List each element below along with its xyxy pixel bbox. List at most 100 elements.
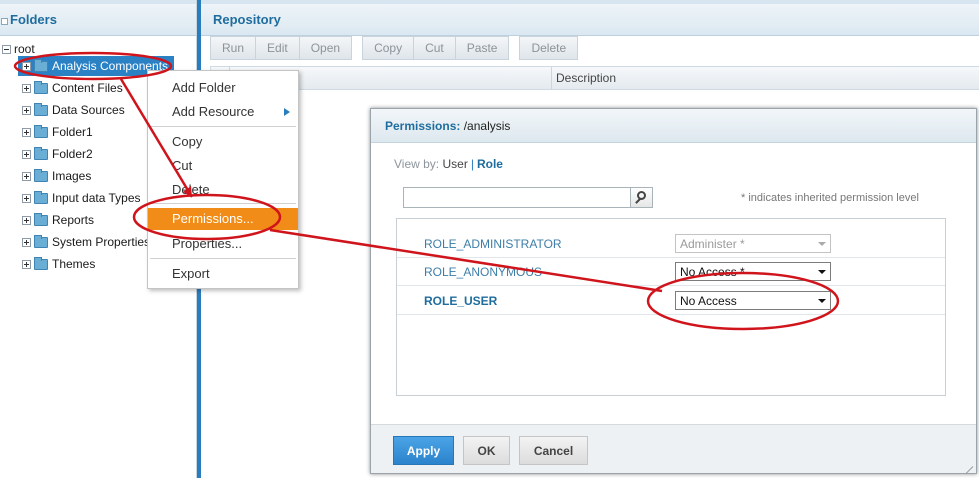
delete-button[interactable]: Delete [520, 37, 577, 59]
dialog-footer: Apply OK Cancel [371, 424, 976, 473]
tree-item-folder2[interactable]: Folder2 [22, 144, 93, 164]
menu-item-label: Copy [172, 134, 203, 149]
paste-button[interactable]: Paste [456, 37, 509, 59]
menu-item-export[interactable]: Export [148, 263, 298, 285]
menu-item-permissions[interactable]: Permissions... [148, 208, 298, 230]
menu-item-copy[interactable]: Copy [148, 131, 298, 153]
tree-item-reports[interactable]: Reports [22, 210, 94, 230]
role-search-input[interactable] [403, 187, 631, 208]
view-by-separator: | [470, 157, 474, 171]
menu-item-cut[interactable]: Cut [148, 155, 298, 177]
tree-item-themes[interactable]: Themes [22, 254, 95, 274]
submenu-arrow-icon [284, 108, 290, 116]
open-button[interactable]: Open [300, 37, 351, 59]
expand-icon[interactable] [22, 105, 31, 115]
view-by-role-link[interactable]: Role [477, 157, 503, 171]
search-icon-handle [635, 198, 641, 204]
tree-item-label: Content Files [52, 81, 123, 95]
copy-button[interactable]: Copy [363, 37, 415, 59]
toolbar-group-run: Run Edit Open [210, 36, 353, 60]
expand-icon[interactable] [22, 127, 31, 137]
menu-item-label: Add Resource [172, 104, 255, 119]
expand-icon[interactable] [22, 171, 31, 181]
table-row: ROLE_USER No Access [397, 287, 945, 315]
role-name: ROLE_ANONYMOUS [424, 265, 543, 279]
table-row: ROLE_ADMINISTRATOR Administer * [397, 230, 945, 258]
folder-icon [34, 124, 48, 138]
folders-title: Folders [10, 12, 57, 27]
tree-item-label: Reports [52, 213, 95, 227]
collapse-panel-icon[interactable] [1, 18, 8, 25]
role-name: ROLE_ADMINISTRATOR [424, 237, 562, 251]
permissions-dialog: Permissions: /analysis View by: User | Rol… [370, 108, 977, 474]
menu-item-label: Add Folder [172, 80, 236, 95]
permission-value: No Access [680, 294, 737, 308]
expand-icon[interactable] [22, 215, 31, 225]
menu-item-properties[interactable]: Properties... [148, 233, 298, 255]
folder-icon [34, 146, 48, 160]
apply-button[interactable]: Apply [393, 436, 454, 465]
menu-item-delete[interactable]: Delete [148, 179, 298, 201]
tree-item-label: Folder1 [52, 125, 93, 139]
repository-grid-header: Description [210, 66, 979, 90]
repository-title: Repository [213, 12, 281, 27]
permission-select[interactable]: No Access * [675, 262, 831, 281]
resize-grip-icon[interactable] [963, 460, 973, 470]
dialog-title-path: /analysis [463, 119, 511, 133]
role-permissions-table: ROLE_ADMINISTRATOR Administer * ROLE_ANO… [396, 218, 946, 396]
menu-item-add-folder[interactable]: Add Folder [148, 77, 298, 99]
expand-icon[interactable] [22, 83, 31, 93]
search-button[interactable] [630, 187, 653, 208]
expand-icon[interactable] [22, 259, 31, 269]
tree-item-folder1[interactable]: Folder1 [22, 122, 93, 142]
collapse-icon[interactable] [2, 44, 11, 54]
menu-item-label: Permissions... [172, 211, 254, 226]
tree-item-system-properties[interactable]: System Properties [22, 232, 150, 252]
permission-value: No Access * [680, 265, 745, 279]
chevron-down-icon [818, 270, 826, 274]
permission-value: Administer * [680, 237, 745, 251]
repository-header: Repository [201, 0, 979, 36]
app-window: Folders root Analysis Components Content… [0, 0, 979, 478]
folder-icon [34, 256, 48, 270]
run-button[interactable]: Run [211, 37, 257, 59]
expand-icon[interactable] [22, 149, 31, 159]
toolbar-group-clipboard: Copy Cut Paste [362, 36, 510, 60]
expand-icon[interactable] [22, 193, 31, 203]
permission-select[interactable]: No Access [675, 291, 831, 310]
permission-select: Administer * [675, 234, 831, 253]
repository-toolbar: Run Edit Open Copy Cut Paste Delete [210, 36, 588, 60]
folder-icon [34, 234, 48, 248]
cut-button[interactable]: Cut [414, 37, 456, 59]
tree-item-label: Input data Types [52, 191, 141, 205]
tree-item-content-files[interactable]: Content Files [22, 78, 123, 98]
inherited-note: * indicates inherited permission level [741, 192, 919, 204]
chevron-down-icon [818, 299, 826, 303]
expand-icon[interactable] [22, 237, 31, 247]
view-by-user-link[interactable]: User [442, 157, 467, 171]
tree-item-label: root [14, 42, 35, 56]
column-description[interactable]: Description [556, 71, 616, 85]
dialog-titlebar[interactable]: Permissions: /analysis [371, 109, 976, 143]
tree-item-images[interactable]: Images [22, 166, 91, 186]
tree-item-label: Themes [52, 257, 96, 271]
view-by-switch: View by: User | Role [394, 157, 503, 171]
role-name: ROLE_USER [424, 294, 498, 308]
tree-item-data-sources[interactable]: Data Sources [22, 100, 125, 120]
ok-button[interactable]: OK [463, 436, 510, 465]
table-row: ROLE_ANONYMOUS No Access * [397, 258, 945, 286]
cancel-button[interactable]: Cancel [519, 436, 588, 465]
folder-icon [34, 168, 48, 182]
menu-item-label: Properties... [172, 236, 243, 251]
tree-item-label: Data Sources [52, 103, 125, 117]
menu-item-add-resource[interactable]: Add Resource [148, 101, 298, 123]
folder-icon [34, 102, 48, 116]
menu-item-label: Delete [172, 182, 210, 197]
menu-separator [150, 203, 296, 204]
menu-separator [150, 258, 296, 259]
expand-icon[interactable] [22, 61, 31, 71]
folder-icon [34, 58, 48, 72]
column-divider[interactable] [551, 67, 552, 89]
edit-button[interactable]: Edit [256, 37, 300, 59]
tree-item-input-data-types[interactable]: Input data Types [22, 188, 141, 208]
